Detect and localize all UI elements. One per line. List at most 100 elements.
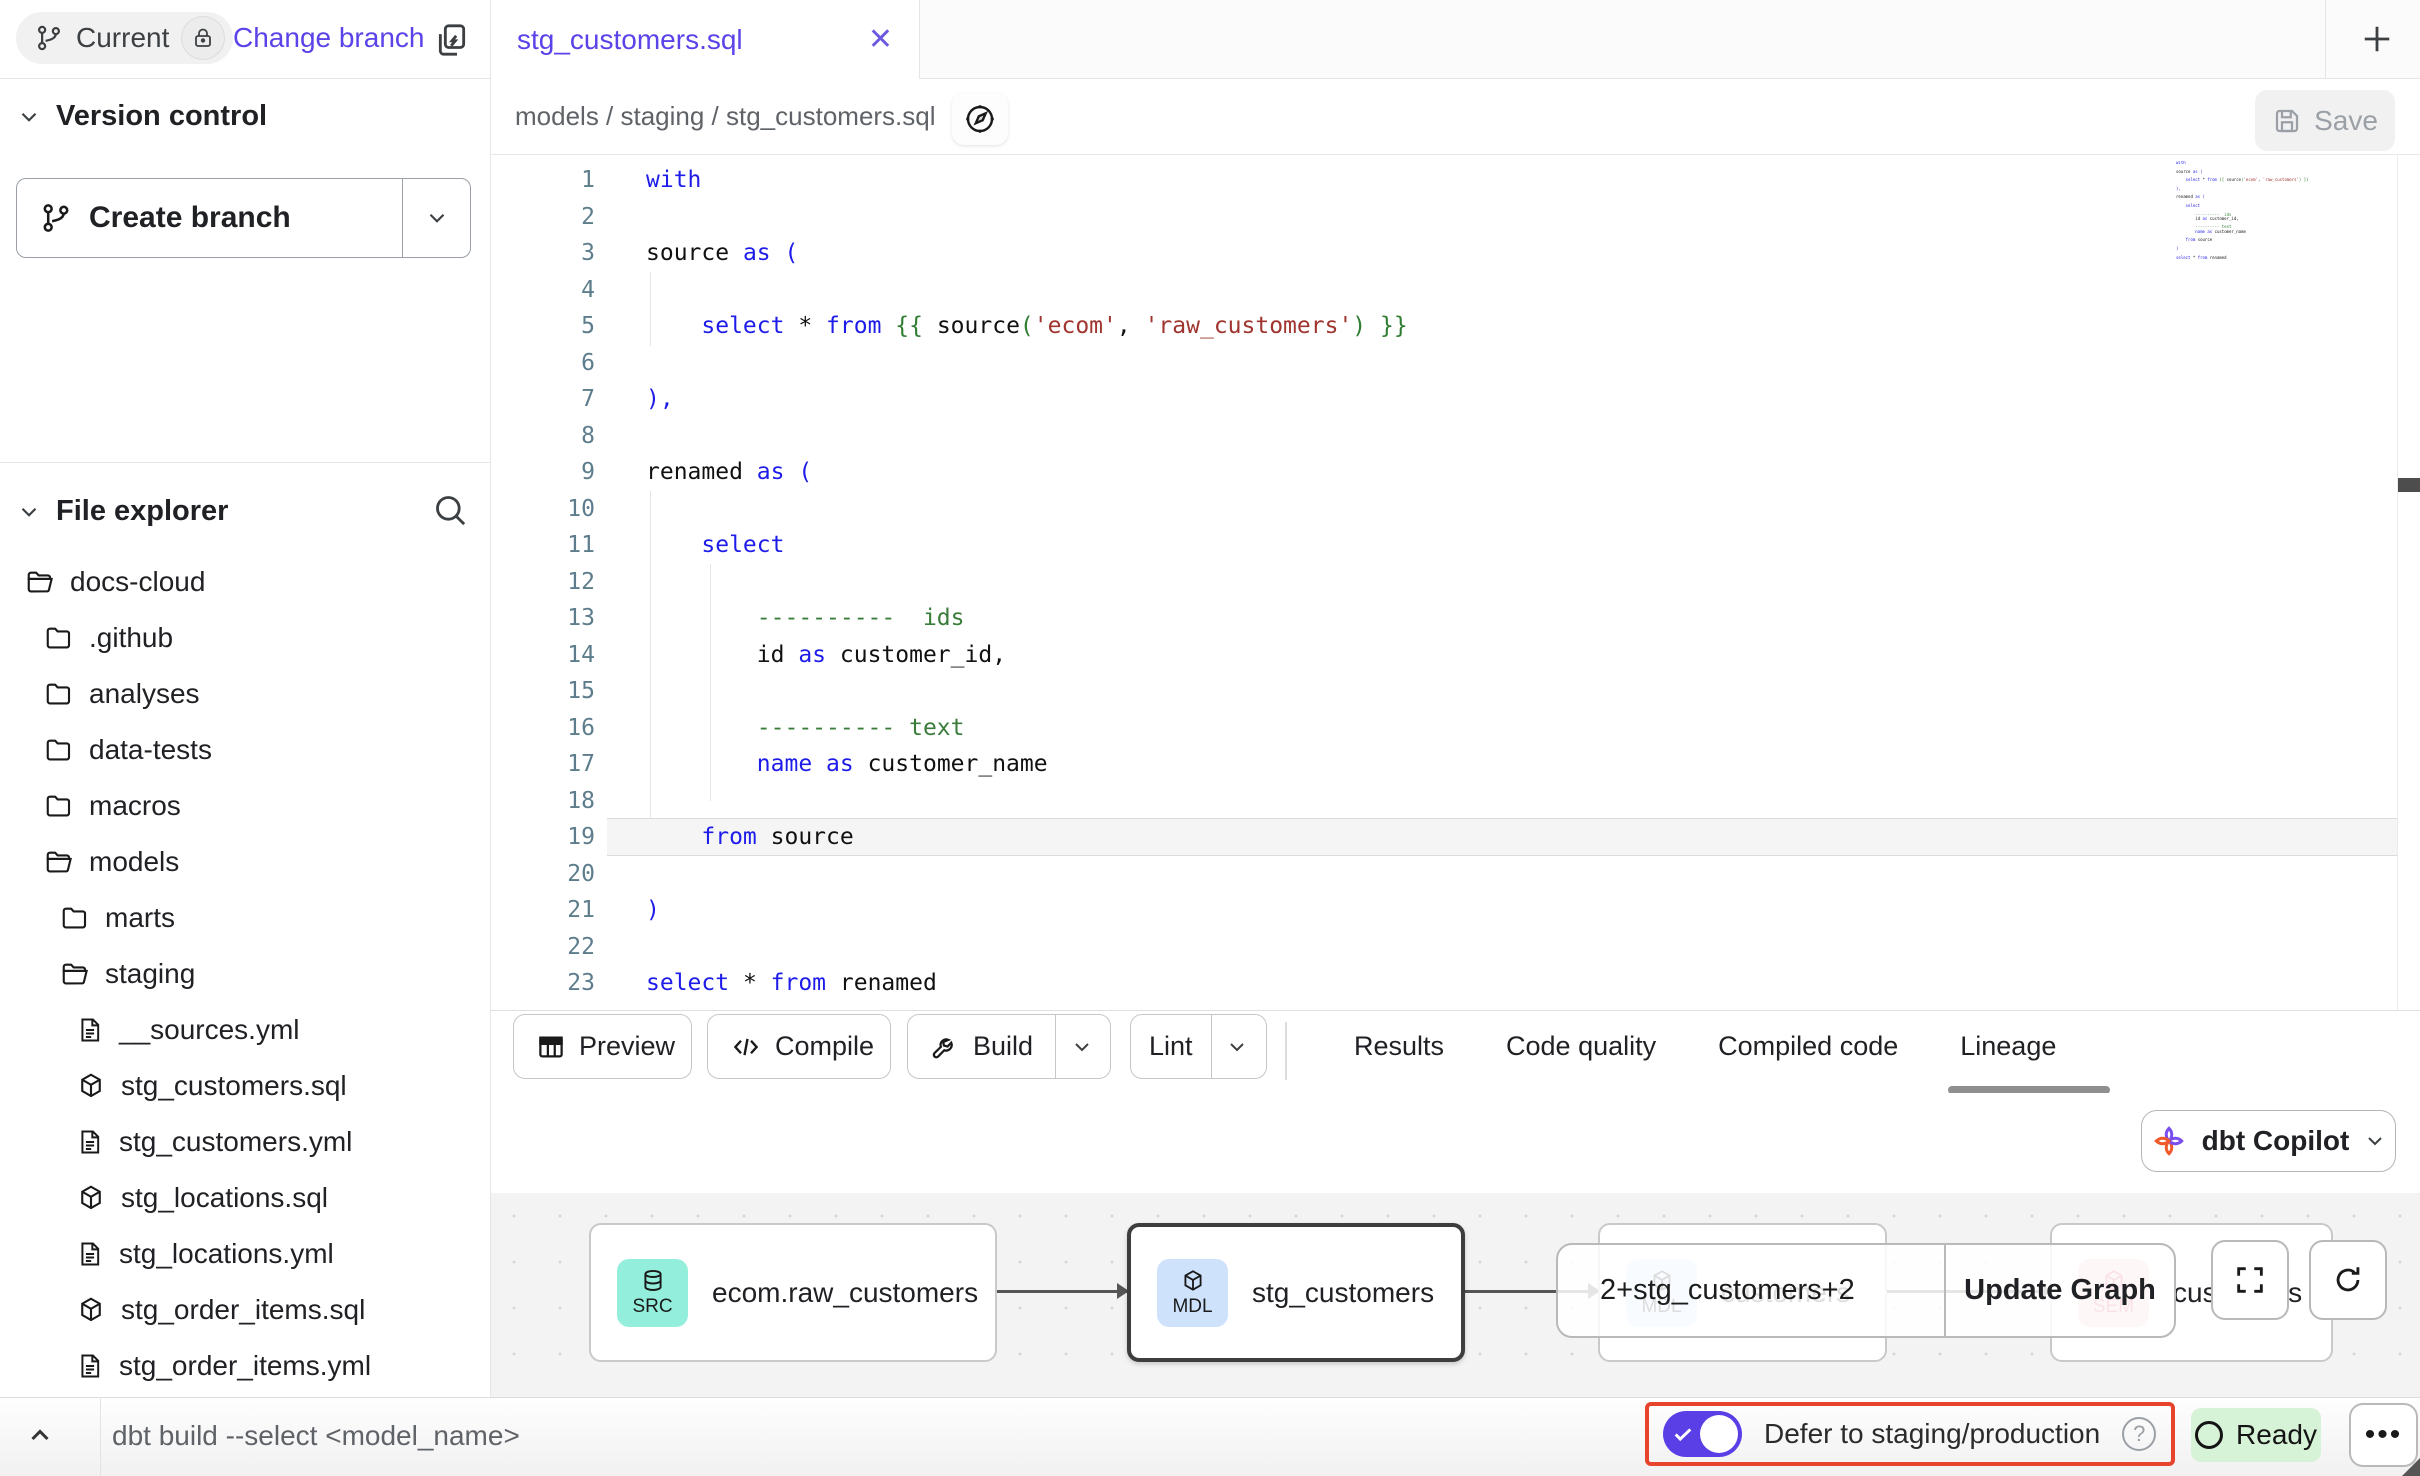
update-graph-button[interactable]: Update Graph <box>1944 1245 2174 1336</box>
file-tree-item[interactable]: stg_locations.yml <box>76 1226 334 1282</box>
compile-label: Compile <box>775 1031 874 1062</box>
indent-guide <box>710 564 711 801</box>
resize-handle <box>2402 1458 2420 1476</box>
file-tree-item[interactable]: stg_order_items.yml <box>76 1338 371 1394</box>
results-tab-code-quality[interactable]: Code quality <box>1506 1031 1656 1062</box>
copilot-row <box>491 1093 2420 1193</box>
file-tree-item[interactable]: __sources.yml <box>76 1002 300 1058</box>
dbt-copilot-button[interactable]: dbt Copilot <box>2141 1110 2396 1172</box>
preview-button[interactable]: Preview <box>513 1014 692 1079</box>
file-navigate-button[interactable] <box>952 93 1008 145</box>
results-tab-compiled-code[interactable]: Compiled code <box>1718 1031 1898 1062</box>
editor-minimap[interactable]: with source as ( select * from {{ source… <box>2176 161 2326 261</box>
indent-guide <box>650 491 651 819</box>
node-label: ecom.raw_customers <box>712 1277 978 1309</box>
preview-label: Preview <box>579 1031 675 1062</box>
save-label: Save <box>2314 105 2378 137</box>
results-tabs: Results Code quality Compiled code Lineage <box>1310 1014 2056 1079</box>
model-file-icon <box>76 1295 106 1325</box>
file-tree-label: stg_order_items.yml <box>119 1350 371 1382</box>
build-button[interactable]: Build <box>907 1014 1111 1079</box>
editor-tab-stg-customers[interactable]: stg_customers.sql ✕ <box>490 0 920 79</box>
copy-icon[interactable] <box>432 20 472 60</box>
current-branch-select[interactable]: Current <box>16 12 233 64</box>
refresh-button[interactable] <box>2309 1240 2387 1320</box>
file-tree-label: stg_order_items.sql <box>121 1294 365 1326</box>
file-tree-item[interactable]: stg_customers.sql <box>76 1058 347 1114</box>
create-branch-button[interactable]: Create branch <box>16 178 471 258</box>
new-tab-button[interactable] <box>2356 18 2398 60</box>
line-number: 7 <box>491 381 595 418</box>
folder-icon <box>44 791 74 821</box>
line-number: 23 <box>491 965 595 1002</box>
lint-dropdown[interactable] <box>1211 1015 1263 1078</box>
results-tab-lineage[interactable]: Lineage <box>1960 1031 2056 1062</box>
code-line <box>646 199 660 236</box>
build-dropdown[interactable] <box>1055 1015 1107 1078</box>
change-branch-link[interactable]: Change branch <box>233 22 424 54</box>
lint-button[interactable]: Lint <box>1130 1014 1267 1079</box>
line-number: 6 <box>491 345 595 382</box>
code-line <box>646 783 660 820</box>
file-tree-item[interactable]: macros <box>44 778 181 834</box>
help-icon[interactable]: ? <box>2122 1417 2156 1451</box>
fullscreen-button[interactable] <box>2211 1240 2289 1320</box>
file-tree-item[interactable]: data-tests <box>44 722 212 778</box>
file-tree-label: stg_locations.sql <box>121 1182 328 1214</box>
lineage-selector-bar: 2+stg_customers+2 Update Graph <box>1556 1243 2176 1338</box>
line-number: 3 <box>491 235 595 272</box>
code-line: ---------- text <box>646 710 965 747</box>
model-file-icon <box>76 1071 106 1101</box>
file-tree-item[interactable]: stg_locations.sql <box>76 1170 328 1226</box>
file-tree-item[interactable]: models <box>44 834 179 890</box>
git-branch-icon <box>39 201 73 235</box>
code-line: id as customer_id, <box>646 637 1006 674</box>
file-tree-item[interactable]: stg_order_items.sql <box>76 1282 365 1338</box>
file-tree-item[interactable]: stg_customers.yml <box>76 1114 352 1170</box>
create-branch-dropdown[interactable] <box>402 179 470 257</box>
chevron-down-icon <box>1225 1035 1249 1059</box>
status-badge: Ready <box>2191 1408 2321 1462</box>
editor-scrollbar-handle[interactable] <box>2398 478 2420 492</box>
lineage-selector-input[interactable]: 2+stg_customers+2 <box>1558 1274 1944 1307</box>
active-line-highlight <box>607 818 2397 856</box>
save-button[interactable]: Save <box>2255 90 2395 151</box>
lineage-node-stg-customers[interactable]: MDL stg_customers <box>1127 1223 1465 1362</box>
file-tree-item[interactable]: docs-cloud <box>25 554 205 610</box>
folder-icon <box>44 623 74 653</box>
file-tree-item[interactable]: marts <box>60 890 175 946</box>
file-icon <box>76 1127 104 1157</box>
branch-name: Current <box>76 22 169 54</box>
status-label: Ready <box>2236 1419 2317 1451</box>
defer-toggle[interactable] <box>1663 1411 1742 1457</box>
file-search-icon[interactable] <box>430 490 470 530</box>
file-tree-item[interactable]: .github <box>44 610 173 666</box>
compile-button[interactable]: Compile <box>707 1014 891 1079</box>
code-editor[interactable]: 1234567891011121314151617181920212223 wi… <box>491 155 2420 1010</box>
check-icon <box>1672 1423 1694 1445</box>
file-icon <box>76 1239 104 1269</box>
tab-close-icon[interactable]: ✕ <box>868 22 893 57</box>
line-number: 10 <box>491 491 595 528</box>
chevron-down-icon <box>424 205 450 231</box>
toolbar-divider <box>1285 1022 1287 1080</box>
save-icon <box>2272 106 2302 136</box>
file-tree-label: macros <box>89 790 181 822</box>
file-tree-label: stg_locations.yml <box>119 1238 334 1270</box>
defer-label: Defer to staging/production <box>1764 1418 2100 1450</box>
folder-icon <box>60 903 90 933</box>
lineage-canvas[interactable]: SRC ecom.raw_customers MDL stg_customers… <box>491 1193 2420 1397</box>
file-tree-item[interactable]: analyses <box>44 666 200 722</box>
results-tab-results[interactable]: Results <box>1354 1031 1444 1062</box>
version-control-header[interactable]: Version control <box>16 100 267 133</box>
file-explorer-header[interactable]: File explorer <box>16 495 228 528</box>
file-tree-item[interactable]: staging <box>60 946 195 1002</box>
collapse-panel-button[interactable] <box>22 1418 58 1454</box>
compass-icon <box>962 101 998 137</box>
table-icon <box>536 1032 566 1062</box>
line-number: 21 <box>491 892 595 929</box>
fullscreen-icon <box>2233 1263 2267 1297</box>
command-input[interactable]: dbt build --select <model_name> <box>112 1420 520 1452</box>
code-line <box>646 564 660 601</box>
lineage-node-source[interactable]: SRC ecom.raw_customers <box>589 1223 997 1362</box>
